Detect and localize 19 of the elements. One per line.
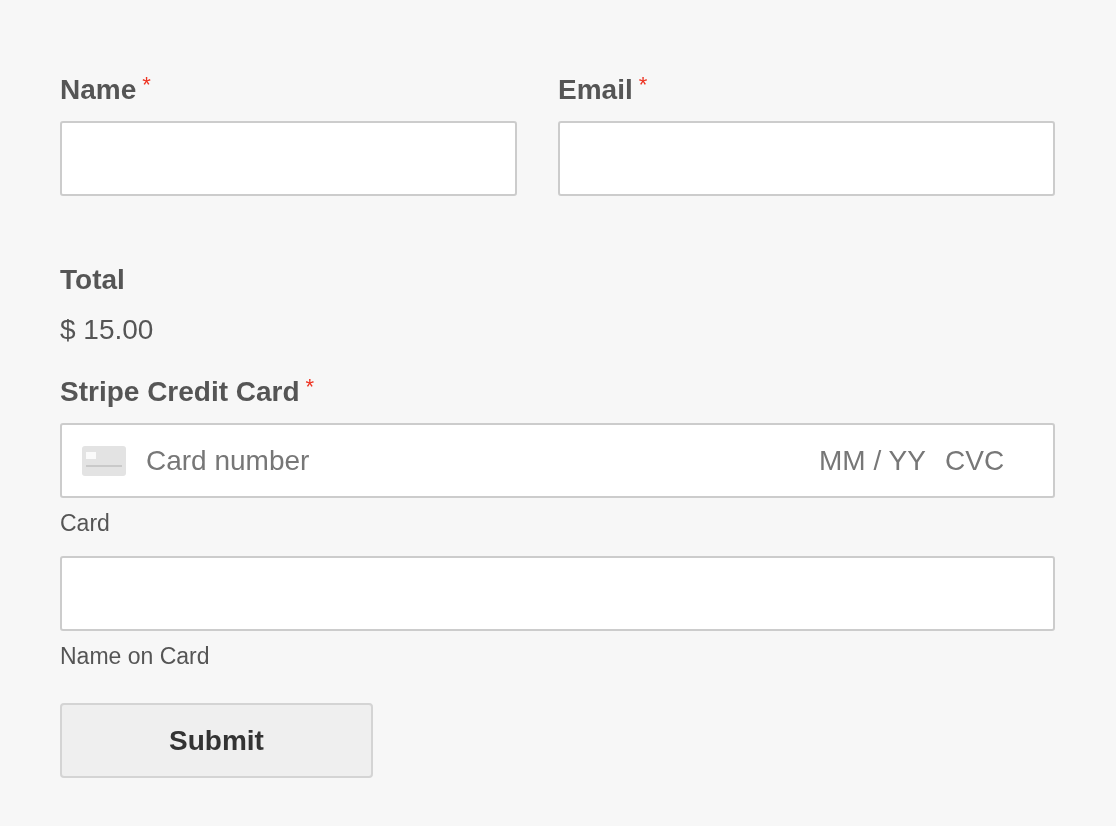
required-mark: * xyxy=(142,71,151,99)
field-label: Name xyxy=(60,73,137,107)
card-icon xyxy=(82,445,126,476)
card-number-input[interactable]: Card number xyxy=(146,444,386,477)
submit-button[interactable]: Submit xyxy=(60,703,373,778)
input-field[interactable] xyxy=(60,556,1055,631)
expiry-input[interactable]: MM / YY xyxy=(819,444,929,477)
required-mark: * xyxy=(638,71,648,99)
required-mark: * xyxy=(305,373,315,401)
input-field[interactable] xyxy=(60,121,517,196)
total-label: Total xyxy=(60,263,125,297)
input-field[interactable] xyxy=(558,121,1055,196)
card-field[interactable]: Card number MM / YY CVC xyxy=(60,423,1055,498)
field-sublabel: Name on Card xyxy=(60,642,211,671)
cvc-input[interactable]: CVC xyxy=(945,444,1013,477)
card-label: Stripe Credit Card xyxy=(60,375,300,409)
field-label: Email xyxy=(558,73,633,107)
field-sublabel: Card xyxy=(60,509,111,538)
total-amount: $ 15.00 xyxy=(60,313,155,347)
